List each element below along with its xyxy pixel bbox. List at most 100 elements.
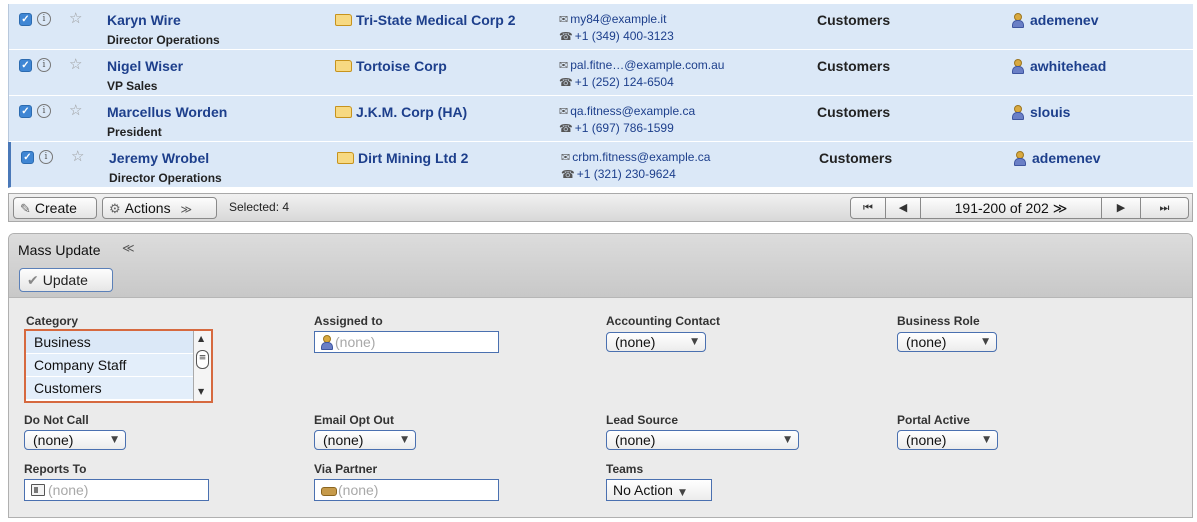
- email-opt-out-label: Email Opt Out: [314, 413, 395, 427]
- account-link[interactable]: Dirt Mining Ltd 2: [337, 150, 468, 166]
- pager-range-select[interactable]: 191-200 of 202 ≫: [920, 197, 1102, 219]
- email-link[interactable]: ✉ qa.fitness@example.ca: [559, 104, 695, 118]
- chevron-down-icon: ▼: [691, 337, 698, 347]
- phone-icon: ☎: [559, 76, 573, 89]
- actions-button[interactable]: ⚙ Actions ≫: [102, 197, 217, 219]
- chevron-down-icon: ≫: [180, 204, 192, 216]
- handshake-icon: [321, 484, 337, 496]
- assigned-user-link[interactable]: awhitehead: [1012, 58, 1106, 74]
- checkbox-icon[interactable]: ✓: [19, 105, 32, 118]
- gear-icon: ⚙: [109, 202, 121, 217]
- user-icon: [321, 335, 333, 350]
- contact-title: VP Sales: [107, 79, 158, 93]
- phone-link[interactable]: ☎ +1 (697) 786-1599: [559, 121, 674, 135]
- portal-active-select[interactable]: (none) ▼: [897, 430, 998, 450]
- phone-link[interactable]: ☎ +1 (321) 230-9624: [561, 167, 676, 181]
- email-link[interactable]: ✉ crbm.fitness@example.ca: [561, 150, 710, 164]
- list-toolbar: ✎ Create ⚙ Actions ≫ Selected: 4 ⏮ ◀ 191-2…: [8, 193, 1193, 222]
- star-icon[interactable]: ☆: [69, 9, 82, 27]
- star-icon[interactable]: ☆: [69, 55, 82, 73]
- email-opt-out-select[interactable]: (none) ▼: [314, 430, 416, 450]
- pager-last-button[interactable]: ⏭: [1140, 197, 1189, 219]
- chevron-down-icon: ▼: [982, 337, 989, 347]
- email-link[interactable]: ✉ pal.fitne…@example.com.au: [559, 58, 724, 72]
- results-list: ✓ i ☆ Karyn Wire Director Operations Tri…: [8, 4, 1193, 188]
- do-not-call-label: Do Not Call: [24, 413, 89, 427]
- folder-icon: [335, 60, 352, 72]
- scroll-up-icon[interactable]: ▲: [198, 334, 204, 343]
- envelope-icon: ✉: [559, 59, 569, 72]
- create-button[interactable]: ✎ Create: [13, 197, 97, 219]
- scroll-thumb[interactable]: ≡: [196, 350, 209, 369]
- contact-name-link[interactable]: Marcellus Worden: [107, 104, 227, 120]
- contact-name-link[interactable]: Karyn Wire: [107, 12, 181, 28]
- checkbox-icon[interactable]: ✓: [21, 151, 34, 164]
- collapse-icon[interactable]: ≪: [122, 241, 135, 255]
- email-link[interactable]: ✉ my84@example.it: [559, 12, 666, 26]
- assigned-user-link[interactable]: ademenev: [1012, 12, 1098, 28]
- assigned-to-label: Assigned to: [314, 314, 383, 328]
- card-icon: [31, 484, 45, 496]
- pager-next-button[interactable]: ▶: [1101, 197, 1141, 219]
- pager-first-button[interactable]: ⏮: [850, 197, 886, 219]
- category-option[interactable]: Business: [26, 331, 193, 354]
- do-not-call-select[interactable]: (none) ▼: [24, 430, 126, 450]
- info-icon[interactable]: i: [37, 58, 51, 72]
- scroll-down-icon[interactable]: ▼: [198, 387, 204, 396]
- lead-source-select[interactable]: (none) ▼: [606, 430, 799, 450]
- info-icon[interactable]: i: [39, 150, 53, 164]
- lead-source-label: Lead Source: [606, 413, 679, 427]
- category-listbox[interactable]: Business Company Staff Customers ▲ ≡ ▼: [24, 329, 213, 403]
- envelope-icon: ✉: [559, 13, 569, 26]
- star-icon[interactable]: ☆: [71, 147, 84, 165]
- list-row[interactable]: ✓ i ☆ Jeremy Wrobel Director Operations …: [8, 142, 1193, 188]
- pager-prev-button[interactable]: ◀: [885, 197, 921, 219]
- user-icon: [1014, 151, 1026, 166]
- chevron-down-icon: ▼: [401, 435, 408, 445]
- info-icon[interactable]: i: [37, 12, 51, 26]
- list-row[interactable]: ✓ i ☆ Nigel Wiser VP Sales Tortoise Corp…: [9, 50, 1193, 96]
- info-icon[interactable]: i: [37, 104, 51, 118]
- user-icon: [1012, 59, 1024, 74]
- list-row[interactable]: ✓ i ☆ Karyn Wire Director Operations Tri…: [9, 4, 1193, 50]
- update-button[interactable]: ✔ Update: [19, 268, 113, 292]
- assigned-user-link[interactable]: ademenev: [1014, 150, 1100, 166]
- phone-icon: ☎: [561, 168, 575, 181]
- contact-name-link[interactable]: Nigel Wiser: [107, 58, 183, 74]
- contact-name-link[interactable]: Jeremy Wrobel: [109, 150, 209, 166]
- contact-type: Customers: [817, 58, 891, 74]
- business-role-select[interactable]: (none) ▼: [897, 332, 997, 352]
- phone-icon: ☎: [559, 122, 573, 135]
- listbox-scrollbar[interactable]: ▲ ≡ ▼: [193, 331, 211, 401]
- phone-link[interactable]: ☎ +1 (349) 400-3123: [559, 29, 674, 43]
- phone-link[interactable]: ☎ +1 (252) 124-6504: [559, 75, 674, 89]
- chevron-down-icon: ▼: [983, 435, 990, 445]
- checkbox-icon[interactable]: ✓: [19, 59, 32, 72]
- accounting-contact-select[interactable]: (none) ▼: [606, 332, 706, 352]
- contact-title: President: [107, 125, 162, 139]
- checkbox-icon[interactable]: ✓: [19, 13, 32, 26]
- mass-update-header: Mass Update ≪ ✔ Update: [9, 234, 1192, 298]
- contact-title: Director Operations: [109, 171, 222, 185]
- category-option[interactable]: Company Staff: [26, 354, 193, 377]
- assigned-to-field[interactable]: (none): [314, 331, 499, 353]
- account-link[interactable]: J.K.M. Corp (HA): [335, 104, 467, 120]
- phone-icon: ☎: [559, 30, 573, 43]
- star-icon[interactable]: ☆: [69, 101, 82, 119]
- via-partner-field[interactable]: (none): [314, 479, 499, 501]
- portal-active-label: Portal Active: [897, 413, 970, 427]
- folder-icon: [337, 152, 354, 164]
- list-row[interactable]: ✓ i ☆ Marcellus Worden President J.K.M. …: [9, 96, 1193, 142]
- reports-to-label: Reports To: [24, 462, 87, 476]
- envelope-icon: ✉: [559, 105, 569, 118]
- account-link[interactable]: Tortoise Corp: [335, 58, 447, 74]
- assigned-user-link[interactable]: slouis: [1012, 104, 1070, 120]
- folder-icon: [335, 106, 352, 118]
- reports-to-field[interactable]: (none): [24, 479, 209, 501]
- account-link[interactable]: Tri-State Medical Corp 2: [335, 12, 515, 28]
- contact-type: Customers: [817, 12, 891, 28]
- business-role-label: Business Role: [897, 314, 980, 328]
- contact-type: Customers: [819, 150, 893, 166]
- category-option[interactable]: Customers: [26, 377, 193, 400]
- teams-select[interactable]: No Action ▼: [606, 479, 712, 501]
